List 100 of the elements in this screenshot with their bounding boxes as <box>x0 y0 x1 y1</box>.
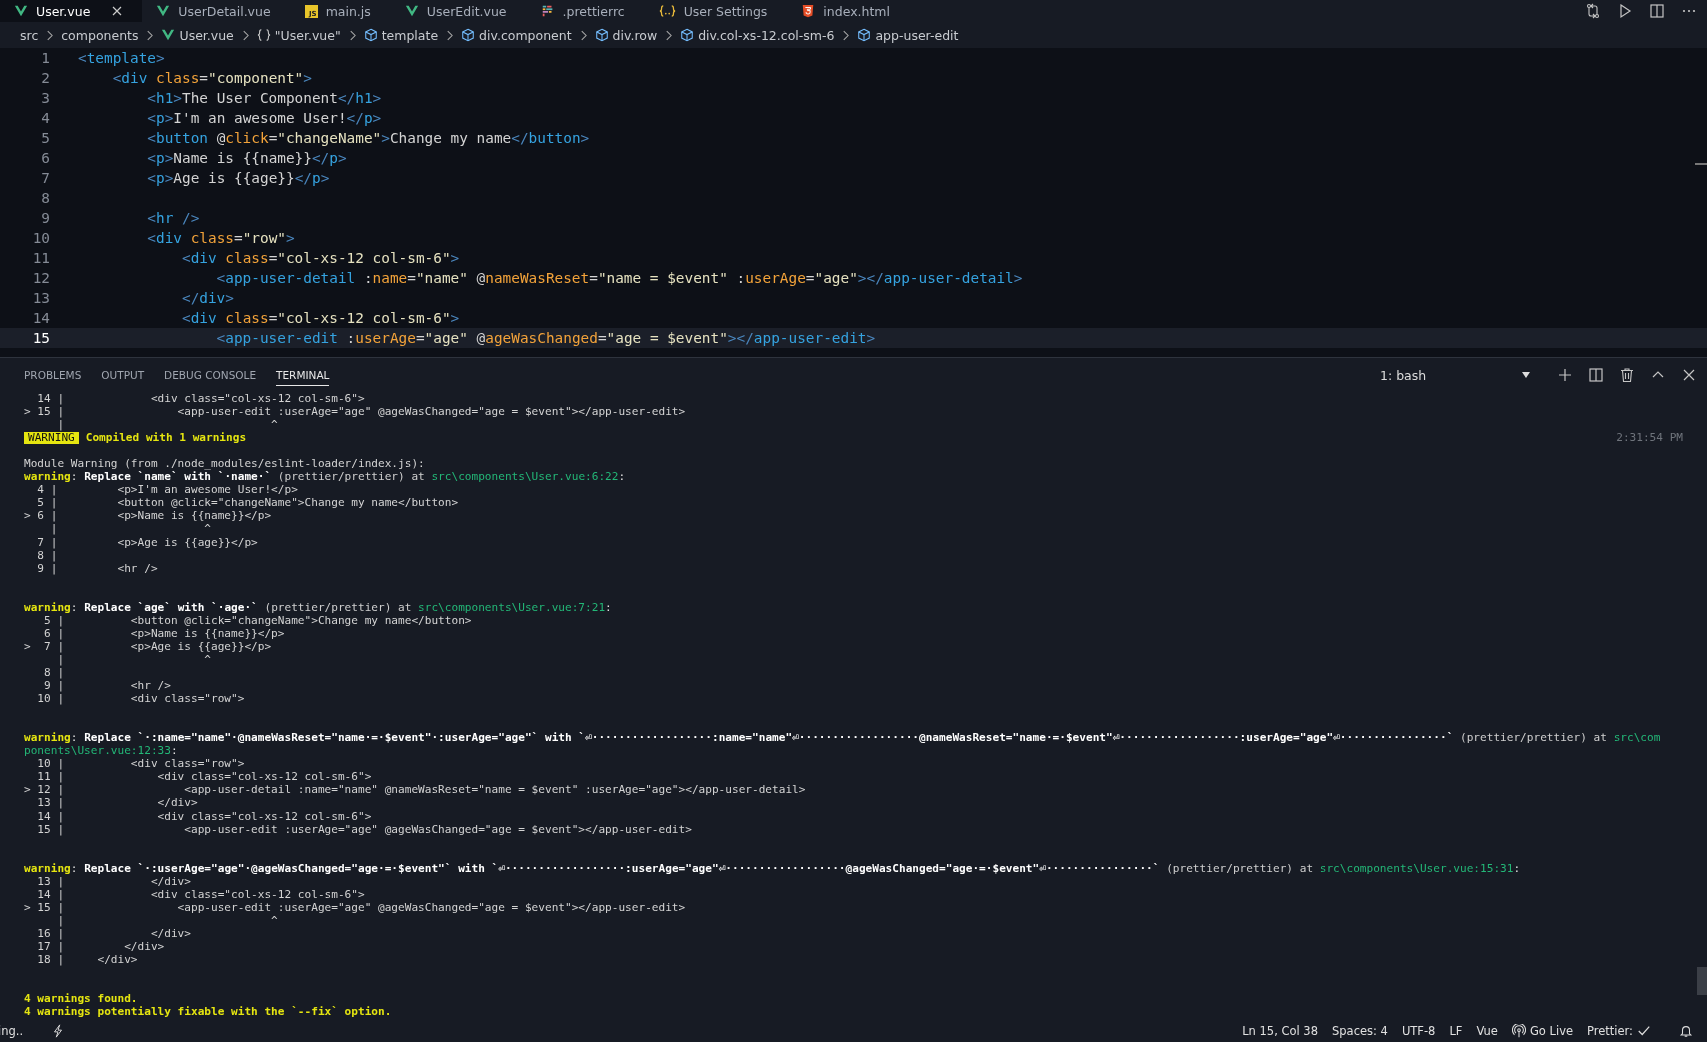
terminal-select[interactable]: 1: bash <box>1378 367 1530 383</box>
chevron-right-icon <box>241 29 249 41</box>
code-line: </div> <box>180 289 234 308</box>
breadcrumb-item[interactable]: User.vue <box>179 27 234 43</box>
terminal-line: 4 warnings found. <box>24 992 138 1006</box>
terminal-line: 14 | <div class="col-xs-12 col-sm-6"> <box>36 887 365 901</box>
split-editor-icon[interactable] <box>1649 3 1665 19</box>
split-terminal-icon[interactable] <box>1588 367 1604 383</box>
line-number: 10 <box>31 229 50 248</box>
terminal-line: 15 | <app-user-edit :userAge="age" @ageWasChanged="age = $event"></app-user-edit> <box>36 822 692 836</box>
terminal-line: > 12 | <app-user-detail :name="name" @nameWasReset="name = $event" :userAge="age"></app-user-detail> <box>24 783 806 797</box>
breadcrumb-item[interactable]: div.col-xs-12.col-sm-6 <box>698 27 835 43</box>
cube-icon <box>680 28 695 42</box>
status-item[interactable]: LF <box>1449 1024 1463 1038</box>
terminal-line: 9 | <hr /> <box>36 561 158 575</box>
breadcrumb-item[interactable]: div.component <box>479 27 572 43</box>
panel-tab[interactable]: OUTPUT <box>101 364 145 386</box>
timestamp: 2:31:54 PM <box>1616 431 1683 445</box>
check-icon <box>1637 1024 1651 1038</box>
code-line: <p>Age is {{age}}</p> <box>146 169 330 188</box>
code-line: <h1>The User Component</h1> <box>146 89 382 108</box>
cube-icon <box>857 28 872 42</box>
stripes-icon <box>540 4 555 18</box>
chevron-right-icon <box>446 29 454 41</box>
terminal-line: 13 | </div> <box>36 796 198 810</box>
status-item[interactable]: Spaces: 4 <box>1332 1024 1388 1038</box>
line-number: 13 <box>31 289 50 308</box>
v-icon <box>156 4 171 18</box>
panel-tab[interactable]: TERMINAL <box>276 364 330 386</box>
line-number: 9 <box>40 209 50 228</box>
cube-icon <box>363 28 378 42</box>
panel-tab[interactable]: DEBUG CONSOLE <box>164 364 257 386</box>
cube-icon <box>461 28 476 42</box>
status-item[interactable]: UTF-8 <box>1401 1024 1436 1038</box>
broadcast-icon <box>1511 1024 1526 1038</box>
scrollbar-thumb[interactable] <box>1697 967 1707 995</box>
terminal-line: 14 | <div class="col-xs-12 col-sm-6"> <box>36 392 365 405</box>
line-number: 5 <box>40 129 50 148</box>
terminal-line: 13 | </div> <box>36 874 191 888</box>
cube-icon <box>594 28 609 42</box>
terminal-line: Module Warning (from ./node_modules/eslint-loader/index.js): <box>24 457 425 471</box>
line-number: 11 <box>31 249 50 268</box>
terminal-line: > 7 | <p>Age is {{age}}</p> <box>24 639 272 653</box>
status-text: ing.. <box>0 1024 24 1038</box>
overview-ruler-mark <box>1695 163 1707 165</box>
breadcrumb-item[interactable]: div.row <box>612 27 658 43</box>
line-number: 8 <box>40 189 50 208</box>
chevron-right-icon <box>842 29 850 41</box>
line-number: 15 <box>31 329 50 348</box>
line-number: 6 <box>40 149 50 168</box>
compare-changes-icon[interactable] <box>1585 3 1601 19</box>
code-line: <app-user-detail :name="name" @nameWasReset="name = $event" :userAge="age"></app-user-detail> <box>215 269 1023 288</box>
terminal-line: 16 | </div> <box>36 926 191 940</box>
chevron-right-icon <box>665 29 673 41</box>
plus-icon[interactable] <box>1557 367 1573 383</box>
breadcrumb-item[interactable]: app-user-edit <box>875 27 959 43</box>
code-line: <div class="row"> <box>146 229 295 248</box>
play-icon[interactable] <box>1617 3 1633 19</box>
caret-icon <box>1522 371 1530 379</box>
panel-tab[interactable]: PROBLEMS <box>24 364 82 386</box>
warning-badge: WARNING <box>24 431 79 444</box>
v-icon <box>161 28 176 42</box>
line-number: 12 <box>31 269 50 288</box>
chevron-right-icon <box>146 29 154 41</box>
code-line: <p>I'm an awesome User!</p> <box>146 109 382 128</box>
v-icon <box>14 4 28 18</box>
terminal-line: 8 | <box>36 548 58 562</box>
terminal-line: > 15 | <app-user-edit :userAge="age" @ageWasChanged="age = $event"></app-user-edit> <box>24 405 686 419</box>
terminal-line: | ^ <box>56 418 278 432</box>
breadcrumb-item[interactable]: src <box>20 27 39 43</box>
chevron-right-icon <box>348 29 356 41</box>
terminal-line: > 6 | <p>Name is {{name}}</p> <box>24 509 272 523</box>
terminal-line: 4 | <p>I'm an awesome User!</p> <box>36 483 298 497</box>
terminal-line: | ^ <box>56 913 278 927</box>
editor-tab[interactable]: User.vue <box>0 0 143 22</box>
line-number: 7 <box>40 169 50 188</box>
code-line: <div class="component"> <box>111 69 312 88</box>
close-icon[interactable] <box>1681 367 1697 383</box>
status-item[interactable]: Vue <box>1476 1024 1498 1038</box>
line-number: 1 <box>40 49 50 68</box>
status-item[interactable]: Ln 15, Col 38 <box>1242 1024 1318 1038</box>
terminal-line: 4 warnings potentially fixable with the `--fix` option. <box>24 1005 392 1019</box>
terminal-line: 17 | </div> <box>36 939 165 953</box>
bell-icon[interactable] <box>1679 1024 1693 1038</box>
go-live-button[interactable]: Go Live <box>1529 1024 1573 1038</box>
line-number: 3 <box>40 89 50 108</box>
breadcrumb-item[interactable]: "User.vue" <box>274 27 341 43</box>
status-item[interactable]: Prettier: <box>1587 1024 1633 1038</box>
close-icon[interactable] <box>112 6 123 16</box>
terminal-line: 7 | <p>Age is {{age}}</p> <box>36 535 258 549</box>
chevron-right-icon <box>579 29 587 41</box>
breadcrumb-item[interactable]: components <box>61 27 139 43</box>
breadcrumb-item[interactable]: template <box>381 27 439 43</box>
code-line: <app-user-edit :userAge="age" @ageWasChanged="age = $event"></app-user-edit> <box>215 329 876 348</box>
terminal-line: warning: Replace `·:userAge="age"·@ageWasChanged="age·=·$event"` with `⏎··················:userAge="age"⏎··················@ageWasChanged="age·=·$event"⏎················` (prettier/prettier) at src\components\User.vue:15:31: <box>24 861 1521 875</box>
code-line: <hr /> <box>146 209 200 228</box>
trash-icon[interactable] <box>1619 367 1635 383</box>
terminal-line: | ^ <box>49 522 211 536</box>
code-line: <div class="col-xs-12 col-sm-6"> <box>180 249 460 268</box>
terminal-line: 11 | <div class="col-xs-12 col-sm-6"> <box>36 770 372 784</box>
